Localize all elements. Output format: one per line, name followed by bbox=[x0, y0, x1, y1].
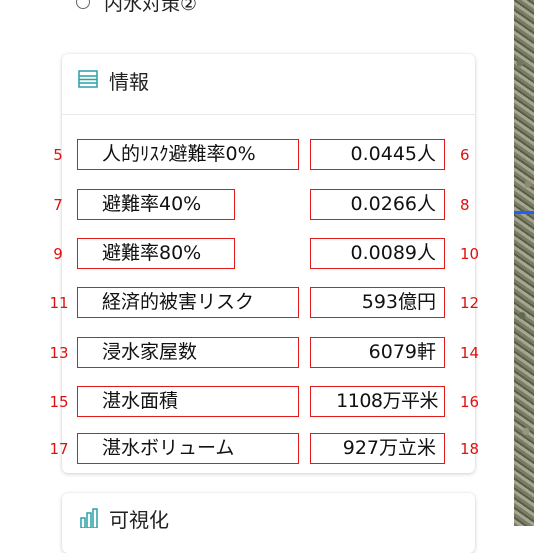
row-label: 人的ﾘｽｸ避難率0% bbox=[77, 139, 299, 170]
info-row: 15 湛水面積 1108万平米 16 bbox=[49, 386, 479, 417]
row-number-right: 6 bbox=[460, 146, 470, 164]
visualization-card-title: 可視化 bbox=[109, 508, 169, 532]
map-route-line bbox=[514, 211, 534, 214]
row-number-right: 16 bbox=[460, 393, 480, 411]
row-value: 0.0266人 bbox=[310, 189, 445, 220]
row-number-left: 9 bbox=[53, 245, 63, 263]
row-label: 避難率40% bbox=[77, 189, 235, 220]
row-number-right: 18 bbox=[460, 440, 480, 458]
row-number-right: 12 bbox=[460, 294, 480, 312]
row-label: 湛水ボリューム bbox=[77, 433, 299, 464]
info-row: 13 浸水家屋数 6079軒 14 bbox=[49, 337, 479, 368]
row-value: 6079軒 bbox=[310, 337, 445, 368]
option-radio-row[interactable]: 内水対策② bbox=[76, 0, 198, 15]
row-number-right: 8 bbox=[460, 196, 470, 214]
row-number-left: 11 bbox=[49, 294, 69, 312]
row-value: 593億円 bbox=[310, 287, 445, 318]
row-number-left: 13 bbox=[49, 344, 69, 362]
visualization-card[interactable]: 可視化 bbox=[62, 493, 475, 553]
row-number-right: 10 bbox=[460, 245, 480, 263]
row-number-left: 7 bbox=[53, 196, 63, 214]
row-number-left: 5 bbox=[53, 146, 63, 164]
info-row: 17 湛水ボリューム 927万立米 18 bbox=[49, 433, 479, 464]
option-radio[interactable] bbox=[76, 0, 90, 9]
row-label: 湛水面積 bbox=[77, 386, 299, 417]
info-row: 7 避難率40% 0.0266人 8 bbox=[53, 189, 475, 220]
row-value: 927万立米 bbox=[310, 433, 445, 464]
info-row: 5 人的ﾘｽｸ避難率0% 0.0445人 6 bbox=[53, 139, 475, 170]
row-number-right: 14 bbox=[460, 344, 480, 362]
bar-chart-icon bbox=[80, 508, 98, 528]
row-value: 1108万平米 bbox=[310, 386, 445, 417]
info-card: 情報 5 人的ﾘｽｸ避難率0% 0.0445人 6 7 避難率40% 0.026… bbox=[49, 54, 479, 473]
map-view[interactable] bbox=[514, 0, 534, 526]
row-number-left: 15 bbox=[49, 393, 69, 411]
row-number-left: 17 bbox=[49, 440, 69, 458]
row-value: 0.0089人 bbox=[310, 238, 445, 269]
info-row: 9 避難率80% 0.0089人 10 bbox=[53, 238, 479, 269]
row-label: 浸水家屋数 bbox=[77, 337, 299, 368]
row-label: 避難率80% bbox=[77, 238, 235, 269]
option-label: 内水対策② bbox=[104, 0, 198, 15]
info-row: 11 経済的被害リスク 593億円 12 bbox=[49, 287, 479, 318]
row-label: 経済的被害リスク bbox=[77, 287, 299, 318]
row-value: 0.0445人 bbox=[310, 139, 445, 170]
